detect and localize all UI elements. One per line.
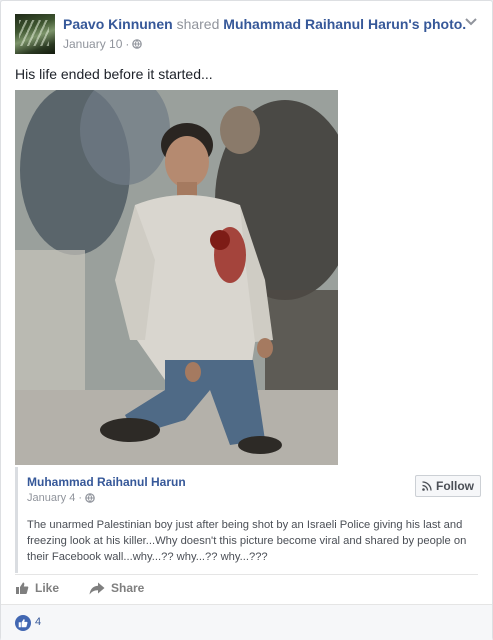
photo-link[interactable]: 's photo. bbox=[408, 16, 466, 32]
post-date[interactable]: January 10 bbox=[63, 37, 122, 51]
like-button[interactable]: Like bbox=[15, 581, 59, 595]
reaction-count[interactable]: 4 bbox=[35, 616, 41, 628]
author-name-link[interactable]: Paavo Kinnunen bbox=[63, 16, 173, 32]
shared-photo[interactable] bbox=[15, 90, 338, 465]
original-author-link[interactable]: Muhammad Raihanul Harun bbox=[223, 16, 408, 32]
share-arrow-icon bbox=[89, 582, 105, 594]
quoted-date[interactable]: January 4 bbox=[27, 492, 75, 504]
chevron-down-icon[interactable] bbox=[464, 17, 478, 27]
globe-icon[interactable] bbox=[132, 39, 143, 49]
globe-icon[interactable] bbox=[85, 493, 95, 503]
quoted-meta: January 4 · bbox=[27, 492, 95, 504]
like-reaction-icon[interactable] bbox=[15, 615, 31, 631]
action-divider bbox=[15, 574, 478, 575]
like-label: Like bbox=[35, 581, 60, 595]
meta-separator: · bbox=[125, 37, 130, 51]
quoted-author-link[interactable]: Muhammad Raihanul Harun bbox=[27, 475, 186, 489]
shared-text: shared bbox=[172, 16, 224, 32]
rss-icon bbox=[422, 481, 432, 491]
reactions-bar: 4 bbox=[1, 604, 492, 640]
thumbs-up-icon bbox=[18, 619, 28, 628]
follow-label: Follow bbox=[436, 479, 474, 493]
post-text: His life ended before it started... bbox=[15, 66, 213, 82]
quoted-body: The unarmed Palestinian boy just after b… bbox=[27, 519, 467, 563]
photo-illustration bbox=[15, 90, 338, 465]
post-card: Paavo Kinnunen shared Muhammad Raihanul … bbox=[0, 0, 493, 640]
author-avatar[interactable] bbox=[15, 14, 55, 54]
follow-button[interactable]: Follow bbox=[415, 475, 481, 497]
thumbs-up-icon bbox=[16, 582, 29, 594]
post-header: Paavo Kinnunen shared Muhammad Raihanul … bbox=[63, 16, 466, 32]
quoted-post: Muhammad Raihanul Harun January 4 · Foll… bbox=[15, 467, 481, 573]
quoted-separator: · bbox=[78, 492, 82, 504]
post-meta: January 10 · bbox=[63, 37, 143, 51]
share-label: Share bbox=[111, 581, 145, 595]
share-button[interactable]: Share bbox=[89, 581, 144, 595]
